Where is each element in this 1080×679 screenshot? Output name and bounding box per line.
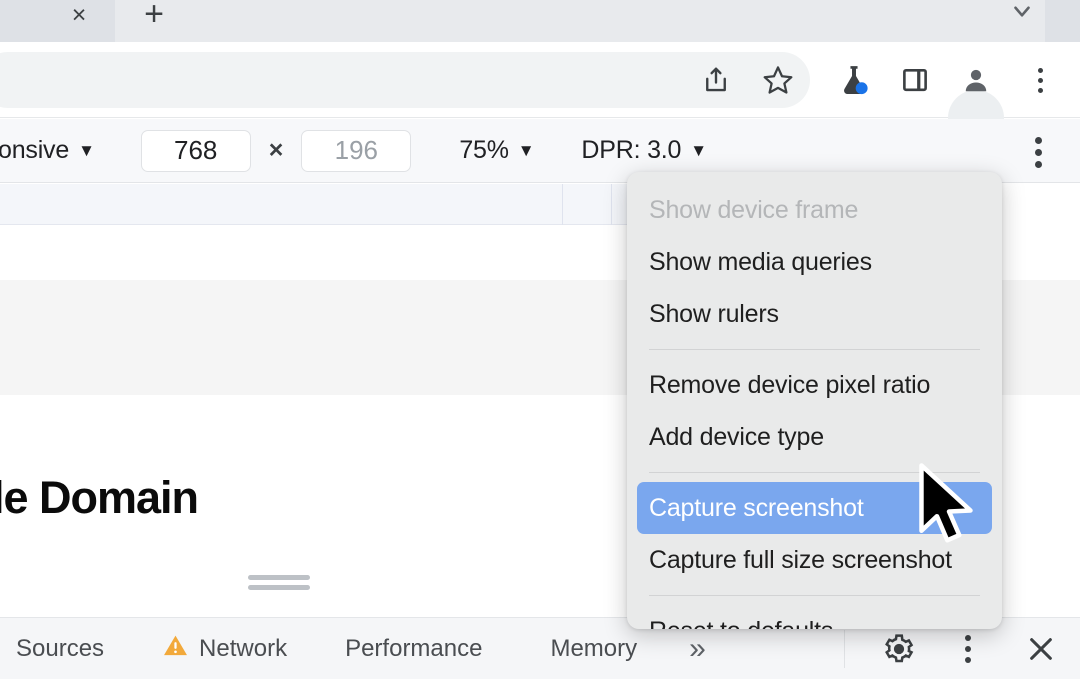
viewport-ruler xyxy=(0,184,650,225)
browser-toolbar xyxy=(0,42,1080,146)
menu-item-remove-device-pixel-ratio[interactable]: Remove device pixel ratio xyxy=(627,359,1002,411)
menu-item-add-device-type[interactable]: Add device type xyxy=(627,411,1002,463)
dpr-label: DPR: 3.0 xyxy=(581,136,682,164)
menu-item-capture-full-size-screenshot[interactable]: Capture full size screenshot xyxy=(627,534,1002,586)
experiments-flask-icon[interactable] xyxy=(826,52,882,108)
browser-menu-kebab-icon[interactable] xyxy=(1012,52,1068,108)
tab-performance[interactable]: Performance xyxy=(331,635,496,663)
close-icon[interactable] xyxy=(1011,633,1071,665)
screen-root: × + onsive ▼ 768 × 196 75% ▼ DPR: 3.0 ▼ … xyxy=(0,0,1080,679)
menu-item-capture-screenshot[interactable]: Capture screenshot xyxy=(637,482,992,534)
chevron-down-icon[interactable] xyxy=(1000,0,1044,32)
menu-item-show-media-queries[interactable]: Show media queries xyxy=(627,236,1002,288)
device-select-label: onsive xyxy=(0,136,70,164)
new-tab-button[interactable]: + xyxy=(130,0,178,42)
chevron-down-icon: ▼ xyxy=(690,140,707,160)
active-tab[interactable] xyxy=(115,0,1045,42)
dimension-separator: × xyxy=(268,136,284,164)
menu-item-show-rulers[interactable]: Show rulers xyxy=(627,288,1002,340)
menu-item-show-device-frame: Show device frame xyxy=(649,195,859,224)
chevron-down-icon: ▼ xyxy=(517,140,535,160)
warning-triangle-icon xyxy=(162,632,189,666)
tab-memory[interactable]: Memory xyxy=(536,635,651,663)
ruler-tick xyxy=(611,184,612,225)
toolbar-divider xyxy=(843,629,845,668)
ruler-tick xyxy=(562,184,563,225)
viewport-height-input[interactable]: 196 xyxy=(301,129,412,172)
gear-icon[interactable] xyxy=(869,633,929,665)
menu-separator xyxy=(649,595,980,596)
device-toolbar-context-menu: Show device frame Show media queries Sho… xyxy=(627,172,1002,629)
viewport-width-input[interactable]: 768 xyxy=(140,129,251,172)
devtools-kebab-icon[interactable] xyxy=(951,634,985,663)
page-title: le Domain xyxy=(0,472,199,523)
tab-sources-label: Sources xyxy=(16,634,105,662)
menu-separator xyxy=(649,349,980,350)
zoom-select[interactable]: 75% ▼ xyxy=(459,136,534,165)
tab-close-icon[interactable]: × xyxy=(58,0,100,36)
device-toolbar-kebab-icon[interactable] xyxy=(1035,137,1042,168)
menu-item-reset-to-defaults[interactable]: Reset to defaults xyxy=(627,605,1002,630)
menu-separator xyxy=(649,472,980,473)
zoom-value-label: 75% xyxy=(459,136,509,164)
dpr-select[interactable]: DPR: 3.0 ▼ xyxy=(581,136,707,165)
tabs-overflow-button[interactable]: » xyxy=(675,632,720,666)
device-select[interactable]: onsive ▼ xyxy=(0,136,95,165)
side-panel-icon[interactable] xyxy=(887,52,943,108)
tab-network[interactable]: Network xyxy=(148,632,301,666)
browser-tab-strip: × + xyxy=(0,0,1080,42)
viewport-gap xyxy=(0,225,650,280)
share-icon[interactable] xyxy=(688,52,744,108)
profile-avatar-icon[interactable] xyxy=(948,52,1004,108)
tab-performance-label: Performance xyxy=(345,634,483,662)
tab-network-label: Network xyxy=(199,634,288,662)
tab-sources[interactable]: Sources xyxy=(2,635,118,663)
chevron-down-icon: ▼ xyxy=(78,140,95,160)
tab-memory-label: Memory xyxy=(550,634,638,662)
panel-resize-handle[interactable] xyxy=(248,575,310,590)
bookmark-star-icon[interactable] xyxy=(750,52,806,108)
